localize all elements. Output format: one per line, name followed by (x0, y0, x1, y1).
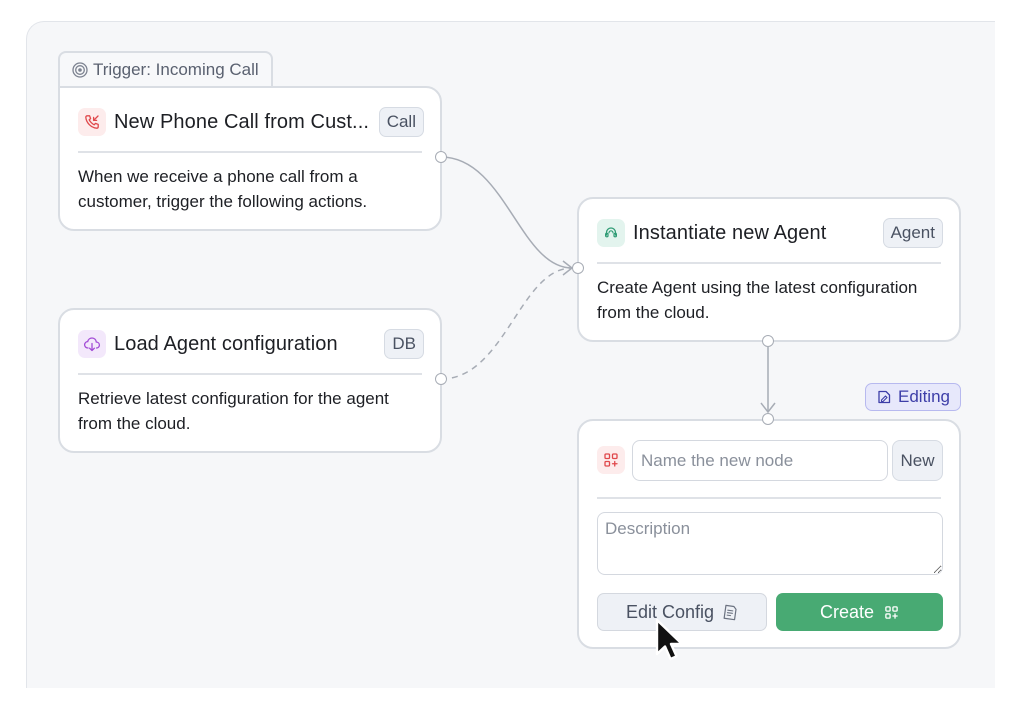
node-header: Instantiate new Agent Agent (597, 217, 943, 249)
node-title: New Phone Call from Cust... (114, 110, 370, 133)
node-divider (78, 373, 422, 375)
phone-incoming-icon (78, 108, 106, 136)
node-instantiate-agent[interactable]: Instantiate new Agent Agent Create Agent… (577, 197, 961, 342)
node-title: Instantiate new Agent (633, 221, 827, 244)
node-type-badge: Agent (882, 218, 943, 248)
mouse-cursor-icon (655, 618, 684, 661)
node-divider (78, 151, 422, 153)
radio-waves-icon (72, 62, 88, 78)
node-description: When we receive a phone call from a cust… (78, 167, 368, 211)
node-load-config[interactable]: Load Agent configuration DB Retrieve lat… (58, 308, 442, 453)
node-name-input[interactable] (632, 440, 888, 481)
agent-headset-icon (597, 219, 625, 247)
grid-add-icon (884, 605, 899, 620)
output-port-instantiate-agent[interactable] (762, 335, 774, 347)
node-description-input[interactable] (597, 512, 943, 575)
document-icon (722, 604, 738, 621)
node-type-badge: Call (378, 107, 424, 137)
node-header: New Phone Call from Cust... Call (78, 106, 424, 138)
create-label: Create (819, 601, 875, 622)
node-description: Create Agent using the latest configurat… (597, 278, 918, 322)
node-new-editor[interactable]: New Edit Config Create (577, 419, 961, 649)
trigger-tab: Trigger: Incoming Call (58, 51, 273, 87)
node-type-badge: New (892, 440, 943, 481)
node-phone-call[interactable]: New Phone Call from Cust... Call When we… (58, 86, 442, 231)
input-port-new-node[interactable] (762, 413, 774, 425)
output-port-load-config[interactable] (435, 373, 447, 385)
output-port-phone-call[interactable] (435, 151, 447, 163)
create-button[interactable]: Create (776, 593, 943, 631)
node-divider (597, 262, 941, 264)
edit-note-icon (876, 389, 892, 405)
trigger-tab-label: Trigger: Incoming Call (93, 60, 259, 79)
node-type-badge: DB (384, 329, 424, 359)
node-divider (597, 497, 941, 499)
input-port-instantiate-agent[interactable] (572, 262, 584, 274)
node-title: Load Agent configuration (114, 332, 338, 355)
editing-badge-label: Editing (898, 387, 950, 406)
node-description: Retrieve latest configuration for the ag… (78, 389, 389, 433)
cloud-download-icon (78, 330, 106, 358)
grid-add-icon (597, 446, 625, 474)
editing-badge: Editing (865, 383, 961, 411)
node-header: Load Agent configuration DB (78, 328, 424, 360)
